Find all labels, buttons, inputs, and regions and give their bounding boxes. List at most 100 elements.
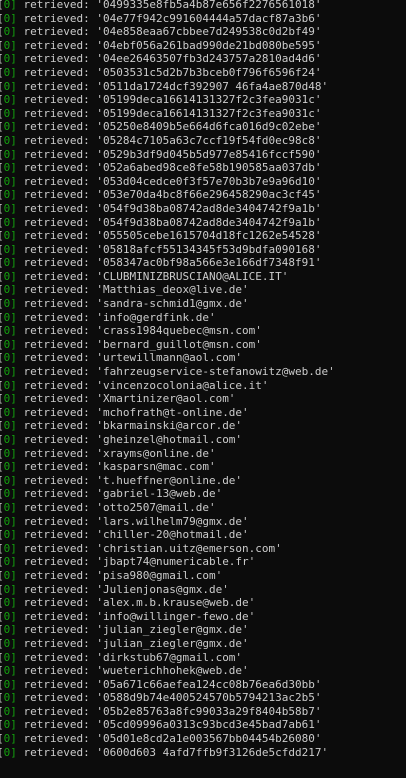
retrieved-value: 'Xmartinizer@aol.com' <box>96 392 236 406</box>
retrieved-value: 'crass1984quebec@msn.com' <box>96 324 262 338</box>
terminal-line: [0] retrieved: 'wueterichhohek@web.de' <box>0 664 406 678</box>
terminal-line: [0] retrieved: '054f9d38ba08742ad8de3404… <box>0 202 406 216</box>
terminal-line: [0] retrieved: '04ee26463507fb3d243757a2… <box>0 52 406 66</box>
retrieved-value: '04ebf056a261bad990de21bd080be595' <box>96 38 322 52</box>
retrieved-label: retrieved: <box>16 174 97 188</box>
retrieved-label: retrieved: <box>16 337 97 351</box>
line-prefix-close: ] <box>10 188 17 202</box>
line-prefix-close: ] <box>10 38 17 52</box>
line-prefix-close: ] <box>10 337 17 351</box>
retrieved-label: retrieved: <box>16 623 97 637</box>
line-prefix-close: ] <box>10 650 17 664</box>
terminal-line: [0] retrieved: 'otto2507@mail.de' <box>0 501 406 515</box>
terminal-line: [0] retrieved: '05b2e85763a8fc99033a29f8… <box>0 705 406 719</box>
line-prefix-close: ] <box>10 310 17 324</box>
retrieved-label: retrieved: <box>16 93 97 107</box>
terminal-line: [0] retrieved: 'kasparsn@mac.com' <box>0 460 406 474</box>
line-prefix-close: ] <box>10 201 17 215</box>
terminal-line: [0] retrieved: 'julian_ziegler@gmx.de' <box>0 637 406 651</box>
retrieved-value: 'julian_ziegler@gmx.de' <box>96 623 249 637</box>
retrieved-label: retrieved: <box>16 568 97 582</box>
retrieved-label: retrieved: <box>16 147 97 161</box>
retrieved-label: retrieved: <box>16 365 97 379</box>
retrieved-value: '054f9d38ba08742ad8de3404742f9a1b' <box>96 201 322 215</box>
line-prefix-close: ] <box>10 133 17 147</box>
retrieved-label: retrieved: <box>16 405 97 419</box>
line-prefix-close: ] <box>10 242 17 256</box>
retrieved-label: retrieved: <box>16 541 97 555</box>
line-prefix-close: ] <box>10 120 17 134</box>
retrieved-value: '054f9d38ba08742ad8de3404742f9a1b' <box>96 215 322 229</box>
retrieved-label: retrieved: <box>16 79 97 93</box>
terminal-line: [0] retrieved: '058347ac0bf98a566e3e166d… <box>0 256 406 270</box>
retrieved-label: retrieved: <box>16 609 97 623</box>
retrieved-value: 'kasparsn@mac.com' <box>96 460 216 474</box>
line-prefix-close: ] <box>10 732 17 746</box>
retrieved-value: '05d01e8cd2a1e003567bb04454b26080' <box>96 732 322 746</box>
retrieved-label: retrieved: <box>16 133 97 147</box>
retrieved-value: '053d04cedce0f3f57e70b3b7e9a96d10' <box>96 174 322 188</box>
retrieved-label: retrieved: <box>16 704 97 718</box>
terminal-line: [0] retrieved: 'gabriel-13@web.de' <box>0 487 406 501</box>
line-prefix-close: ] <box>10 677 17 691</box>
retrieved-label: retrieved: <box>16 528 97 542</box>
line-prefix-close: ] <box>10 229 17 243</box>
terminal-line: [0] retrieved: '053d04cedce0f3f57e70b3b7… <box>0 175 406 189</box>
terminal-line: [0] retrieved: '053e70da4bc8f66e29645829… <box>0 188 406 202</box>
retrieved-value: 'CLUBMINIZBRUSCIANO@ALICE.IT' <box>96 269 289 283</box>
retrieved-value: '05199deca16614131327f2c3fea9031c' <box>96 93 322 107</box>
retrieved-label: retrieved: <box>16 106 97 120</box>
line-prefix-close: ] <box>10 147 17 161</box>
retrieved-value: '05250e8409b5e664d6fca016d9c02ebe' <box>96 120 322 134</box>
line-prefix-close: ] <box>10 528 17 542</box>
retrieved-value: '04e77f942c991604444a57dacf87a3b6' <box>96 11 322 25</box>
line-prefix-close: ] <box>10 65 17 79</box>
retrieved-label: retrieved: <box>16 745 97 759</box>
retrieved-value: '05cd09996a0313c93bcd3e45bad7ab61' <box>96 718 322 732</box>
retrieved-value: '04ee26463507fb3d243757a2810ad4d6' <box>96 52 322 66</box>
line-prefix-close: ] <box>10 555 17 569</box>
retrieved-label: retrieved: <box>16 310 97 324</box>
retrieved-value: '0503531c5d2b7b3bceb0f796f6596f24' <box>96 65 322 79</box>
terminal-line: [0] retrieved: '04e77f942c991604444a57da… <box>0 12 406 26</box>
line-prefix-close: ] <box>10 691 17 705</box>
line-prefix-close: ] <box>10 392 17 406</box>
retrieved-label: retrieved: <box>16 514 97 528</box>
terminal-line: [0] retrieved: 'vincenzocolonia@alice.it… <box>0 379 406 393</box>
retrieved-label: retrieved: <box>16 0 97 11</box>
terminal-line: [0] retrieved: 'chiller-20@hotmail.de' <box>0 528 406 542</box>
retrieved-label: retrieved: <box>16 718 97 732</box>
terminal-line: [0] retrieved: 'pisa980@gmail.com' <box>0 569 406 583</box>
retrieved-value: 'info@gerdfink.de' <box>96 310 216 324</box>
retrieved-value: '05199deca16614131327f2c3fea9031c' <box>96 106 322 120</box>
terminal-line: [0] retrieved: '0499335e8fb5a4b87e656f22… <box>0 0 406 12</box>
retrieved-value: '0588d9b74e400524570b5794213ac2b5' <box>96 691 322 705</box>
retrieved-value: '0511da1724dcf392907 46fa4ae870d48' <box>96 79 329 93</box>
retrieved-label: retrieved: <box>16 242 97 256</box>
line-prefix-close: ] <box>10 582 17 596</box>
retrieved-label: retrieved: <box>16 161 97 175</box>
line-prefix-close: ] <box>10 541 17 555</box>
terminal-line: [0] retrieved: '05199deca16614131327f2c3… <box>0 93 406 107</box>
retrieved-value: 'Julienjonas@gmx.de' <box>96 582 229 596</box>
line-prefix-close: ] <box>10 487 17 501</box>
terminal-line: [0] retrieved: 'sandra-schmid1@gmx.de' <box>0 297 406 311</box>
terminal-line: [0] retrieved: 'fahrzeugservice-stefanow… <box>0 365 406 379</box>
terminal-line: [0] retrieved: 'CLUBMINIZBRUSCIANO@ALICE… <box>0 270 406 284</box>
retrieved-label: retrieved: <box>16 582 97 596</box>
line-prefix-close: ] <box>10 0 17 11</box>
line-prefix-close: ] <box>10 568 17 582</box>
retrieved-label: retrieved: <box>16 269 97 283</box>
line-prefix-close: ] <box>10 433 17 446</box>
retrieved-label: retrieved: <box>16 691 97 705</box>
retrieved-value: 'bkarmainski@arcor.de' <box>96 419 243 433</box>
terminal-line: [0] retrieved: 'dirkstub67@gmail.com' <box>0 651 406 665</box>
terminal-line: [0] retrieved: '05199deca16614131327f2c3… <box>0 107 406 121</box>
retrieved-value: 'fahrzeugservice-stefanowitz@web.de' <box>96 365 335 379</box>
terminal-line: [0] retrieved: '05818afcf55134345f53d9bd… <box>0 243 406 257</box>
retrieved-label: retrieved: <box>16 11 97 25</box>
retrieved-label: retrieved: <box>16 487 97 501</box>
retrieved-label: retrieved: <box>16 664 97 678</box>
terminal-output: [0] retrieved: '0499335e8fb5a4b87e656f22… <box>0 0 406 778</box>
terminal-line: [0] retrieved: '04e858eaa67cbbee7d249538… <box>0 25 406 39</box>
